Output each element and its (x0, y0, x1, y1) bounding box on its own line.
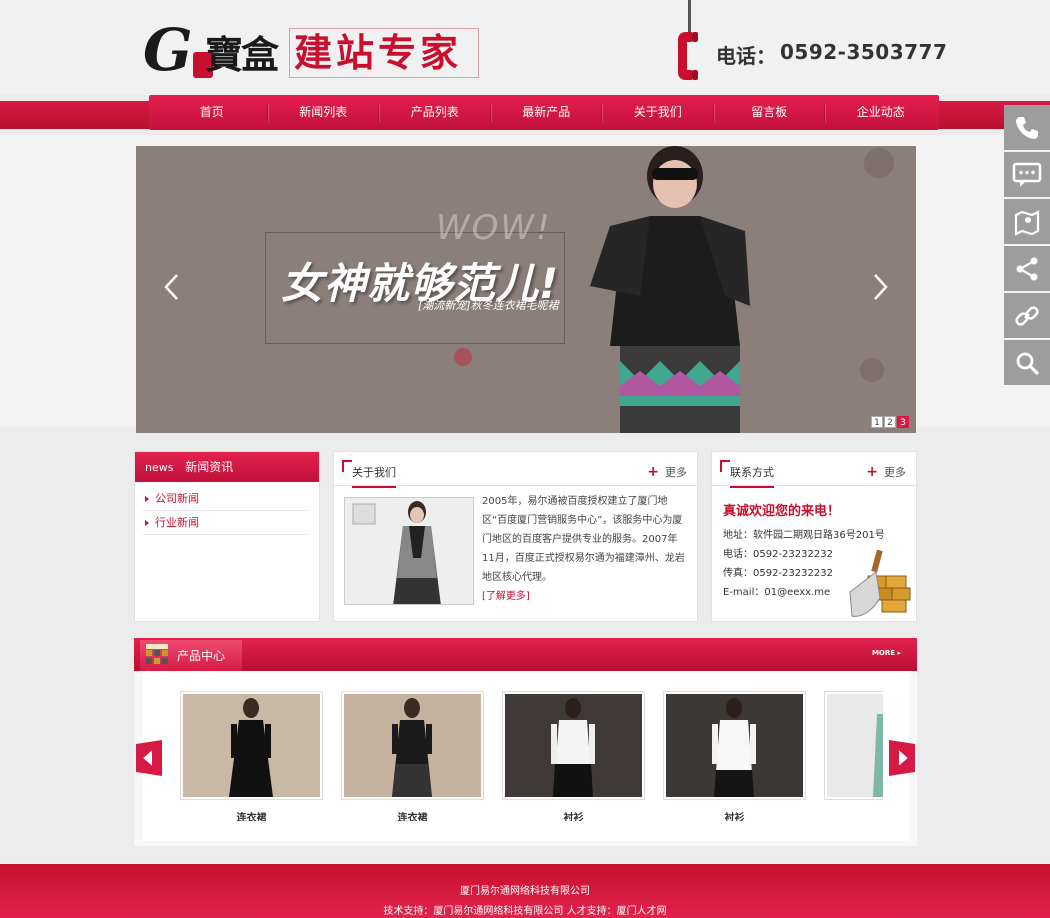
plus-icon: + (647, 464, 659, 480)
grid-icon (146, 644, 168, 664)
banner-next-arrow-icon[interactable] (870, 272, 890, 302)
product-more-link[interactable]: MORE ▸ (872, 649, 901, 657)
side-toolbar (1004, 105, 1050, 387)
about-text: 2005年，易尔通被百度授权建立了厦门地区“百度厦门营销服务中心”，该服务中心为… (482, 496, 685, 583)
product-image (502, 691, 645, 800)
news-link-company[interactable]: 公司新闻 (143, 487, 309, 511)
about-text-block: 2005年，易尔通被百度授权建立了厦门地区“百度厦门营销服务中心”，该服务中心为… (482, 492, 690, 606)
decor-circle (860, 358, 884, 382)
banner-pager: 1 2 3 (871, 416, 909, 428)
logo-tagline: 建站专家 (294, 30, 463, 75)
pager-dot-active[interactable]: 3 (897, 416, 909, 428)
shirt-image (712, 698, 756, 797)
pager-dot[interactable]: 2 (884, 416, 896, 428)
news-panel-header: news 新闻资讯 (135, 452, 319, 482)
logo-letter: G (143, 16, 193, 84)
product-image (663, 691, 806, 800)
corner-decoration (720, 460, 730, 472)
dress-image (229, 698, 273, 797)
about-panel-header: 关于我们 + 更多 (334, 452, 697, 488)
shirt-image (551, 698, 595, 797)
product-name: 连衣裙 (236, 813, 267, 821)
logo-chinese: 寶盒 (205, 32, 279, 77)
carousel-next-arrow-icon[interactable] (887, 738, 917, 778)
about-more-link[interactable]: + 更多 (647, 464, 687, 480)
main-nav: 首页 新闻列表 产品列表 最新产品 关于我们 留言板 企业动态 (149, 95, 939, 130)
product-name: 衬衫 (724, 813, 745, 821)
banner-wow: WOW! (436, 208, 552, 248)
map-icon[interactable] (1004, 199, 1050, 244)
nav-item-latest-products[interactable]: 最新产品 (491, 95, 603, 130)
phone-icon[interactable] (1004, 105, 1050, 150)
corner-decoration (342, 460, 352, 472)
product-image (180, 691, 323, 800)
footer-company: 厦门易尔通网络科技有限公司 (460, 886, 590, 897)
dress-image (873, 714, 883, 797)
banner-model-image (590, 146, 750, 433)
phone-cord (688, 0, 691, 34)
product-center-header: 产品中心 MORE ▸ (134, 638, 917, 671)
contact-panel: 联系方式 + 更多 真诚欢迎您的来电！ 地址：软件园二期观日路36号201号 电话… (711, 451, 917, 622)
site-logo[interactable]: G 寶盒 建站专家 (143, 18, 483, 82)
link-icon[interactable] (1004, 293, 1050, 338)
plus-icon: + (866, 464, 878, 480)
about-image (344, 497, 474, 605)
nav-item-product-list[interactable]: 产品列表 (379, 95, 491, 130)
product-carousel: 连衣裙 连衣裙 衬衫 衬衫 (180, 691, 883, 821)
contact-more-label: 更多 (884, 466, 906, 479)
product-card[interactable] (824, 691, 883, 821)
news-panel: news 新闻资讯 公司新闻 行业新闻 (134, 451, 320, 622)
share-icon[interactable] (1004, 246, 1050, 291)
logo-tagline-box: 建站专家 (289, 28, 479, 78)
product-more-label: MORE (871, 649, 896, 657)
pager-dot[interactable]: 1 (871, 416, 883, 428)
nav-item-news-list[interactable]: 新闻列表 (268, 95, 380, 130)
product-card[interactable]: 连衣裙 (341, 691, 484, 821)
product-center-title: 产品中心 (177, 649, 226, 663)
product-name: 连衣裙 (397, 813, 428, 821)
header: G 寶盒 建站专家 电话： 0592-3503777 (0, 0, 1050, 95)
chat-icon[interactable] (1004, 152, 1050, 197)
phone-handset-icon (678, 32, 698, 80)
product-card[interactable]: 衬衫 (502, 691, 645, 821)
footer: 厦门易尔通网络科技有限公司 技术支持：厦门易尔通网络科技有限公司 人才支持：厦门… (0, 864, 1050, 918)
decor-circle (454, 348, 472, 366)
contact-panel-header: 联系方式 + 更多 (712, 452, 916, 488)
news-label-en: news (145, 461, 174, 474)
nav-item-company-news[interactable]: 企业动态 (825, 95, 937, 130)
product-card[interactable]: 连衣裙 (180, 691, 323, 821)
product-image (341, 691, 484, 800)
contact-welcome: 真诚欢迎您的来电！ (723, 504, 841, 519)
contact-title: 联系方式 (730, 464, 774, 488)
product-card[interactable]: 衬衫 (663, 691, 806, 821)
carousel-prev-arrow-icon[interactable] (134, 738, 164, 778)
contact-more-link[interactable]: + 更多 (866, 464, 906, 480)
dress-image (392, 698, 432, 797)
decor-circle (864, 148, 894, 178)
news-link-industry[interactable]: 行业新闻 (143, 511, 309, 535)
contact-address: 地址：软件园二期观日路36号201号 (723, 530, 885, 541)
footer-support: 技术支持：厦门易尔通网络科技有限公司 人才支持：厦门人才网 (383, 906, 667, 917)
about-model-image (345, 498, 473, 604)
bricks-trowel-icon (849, 549, 911, 617)
about-panel: 关于我们 + 更多 2005年，易尔通被百度授权建立了厦门地区“百度厦门营销服务中… (333, 451, 698, 622)
phone-label: 电话： (716, 44, 776, 68)
about-more-label: 更多 (665, 466, 687, 479)
nav-item-guestbook[interactable]: 留言板 (714, 95, 826, 130)
nav-item-about-us[interactable]: 关于我们 (602, 95, 714, 130)
about-read-more-link[interactable]: [了解更多] (482, 591, 530, 602)
nav-item-home[interactable]: 首页 (156, 95, 268, 130)
product-image (824, 691, 883, 800)
search-icon[interactable] (1004, 340, 1050, 385)
news-list: 公司新闻 行业新闻 (135, 482, 319, 535)
banner-prev-arrow-icon[interactable] (162, 272, 182, 302)
banner-subline: [潮流新宠]秋冬连衣裙毛呢裙 (418, 299, 559, 312)
product-name: 衬衫 (563, 813, 584, 821)
phone-number: 0592-3503777 (780, 40, 948, 64)
news-label-cn: 新闻资讯 (185, 460, 234, 474)
about-title: 关于我们 (352, 464, 396, 488)
